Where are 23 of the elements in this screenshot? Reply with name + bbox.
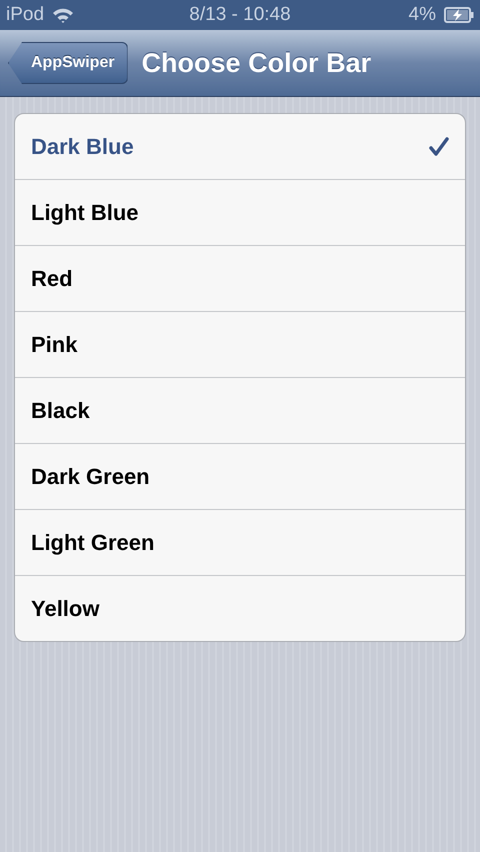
option-label: Black bbox=[31, 398, 90, 424]
option-label: Dark Blue bbox=[31, 134, 134, 160]
screen-title: Choose Color Bar bbox=[142, 48, 372, 78]
option-label: Yellow bbox=[31, 596, 100, 622]
option-row[interactable]: Dark Green bbox=[15, 443, 465, 509]
option-row[interactable]: Black bbox=[15, 377, 465, 443]
carrier-label: iPod bbox=[6, 4, 44, 26]
battery-percent: 4% bbox=[408, 4, 436, 26]
option-label: Dark Green bbox=[31, 464, 150, 490]
option-row[interactable]: Dark Blue bbox=[15, 114, 465, 179]
checkmark-icon bbox=[429, 136, 449, 156]
option-row[interactable]: Red bbox=[15, 245, 465, 311]
option-row[interactable]: Pink bbox=[15, 311, 465, 377]
status-time: 8/13 - 10:48 bbox=[189, 4, 291, 26]
option-row[interactable]: Yellow bbox=[15, 575, 465, 641]
option-row[interactable]: Light Blue bbox=[15, 179, 465, 245]
wifi-icon bbox=[52, 7, 74, 23]
back-button[interactable]: AppSwiper bbox=[8, 42, 128, 84]
option-label: Pink bbox=[31, 332, 78, 358]
option-row[interactable]: Light Green bbox=[15, 509, 465, 575]
option-label: Light Blue bbox=[31, 200, 139, 226]
option-label: Red bbox=[31, 266, 73, 292]
option-label: Light Green bbox=[31, 530, 154, 556]
